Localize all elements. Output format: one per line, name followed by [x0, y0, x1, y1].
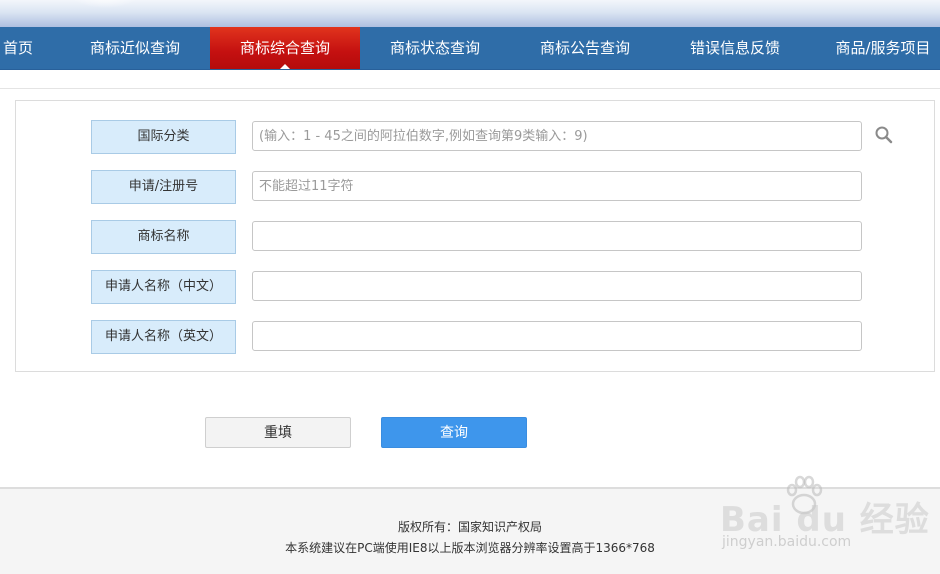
form-row-registration-number: 申请/注册号: [16, 170, 934, 204]
form-row-international-class: 国际分类: [16, 120, 934, 154]
form-row-trademark-name: 商标名称: [16, 220, 934, 254]
nav-item-error-feedback[interactable]: 错误信息反馈: [670, 27, 800, 69]
applicant-name-cn-label: 申请人名称（中文）: [91, 270, 236, 304]
applicant-name-cn-input[interactable]: [252, 271, 862, 301]
nav-item-similar-search[interactable]: 商标近似查询: [70, 27, 200, 69]
page: 首页 商标近似查询 商标综合查询 商标状态查询 商标公告查询 错误信息反馈 商品…: [0, 0, 940, 574]
nav-item-goods-services[interactable]: 商品/服务项目: [826, 27, 940, 69]
nav-item-status-search[interactable]: 商标状态查询: [370, 27, 500, 69]
nav-item-announcement-search[interactable]: 商标公告查询: [520, 27, 650, 69]
registration-number-input[interactable]: [252, 171, 862, 201]
top-banner: [0, 0, 940, 27]
main-navigation: 首页 商标近似查询 商标综合查询 商标状态查询 商标公告查询 错误信息反馈 商品…: [0, 27, 940, 70]
search-icon[interactable]: [874, 125, 894, 145]
form-row-applicant-name-en: 申请人名称（英文）: [16, 320, 934, 354]
trademark-name-label: 商标名称: [91, 220, 236, 254]
search-form: 国际分类 申请/注册号 商标名称 申请人名称（中文） 申请人名称（英文）: [15, 100, 935, 372]
international-class-label: 国际分类: [91, 120, 236, 154]
applicant-name-en-input[interactable]: [252, 321, 862, 351]
registration-number-label: 申请/注册号: [91, 170, 236, 204]
nav-item-home[interactable]: 首页: [0, 27, 36, 69]
banner-decoration: [70, 0, 140, 8]
footer: 版权所有：国家知识产权局 本系统建议在PC端使用IE8以上版本浏览器分辨率设置高…: [0, 489, 940, 574]
nav-item-comprehensive-search[interactable]: 商标综合查询: [210, 27, 360, 69]
divider: [0, 88, 940, 89]
footer-browser-notice: 本系统建议在PC端使用IE8以上版本浏览器分辨率设置高于1366*768: [285, 541, 655, 555]
footer-copyright: 版权所有：国家知识产权局: [397, 520, 542, 534]
international-class-input[interactable]: [252, 121, 862, 151]
applicant-name-en-label: 申请人名称（英文）: [91, 320, 236, 354]
form-row-applicant-name-cn: 申请人名称（中文）: [16, 270, 934, 304]
query-button[interactable]: 查询: [381, 417, 527, 448]
trademark-name-input[interactable]: [252, 221, 862, 251]
reset-button[interactable]: 重填: [205, 417, 351, 448]
